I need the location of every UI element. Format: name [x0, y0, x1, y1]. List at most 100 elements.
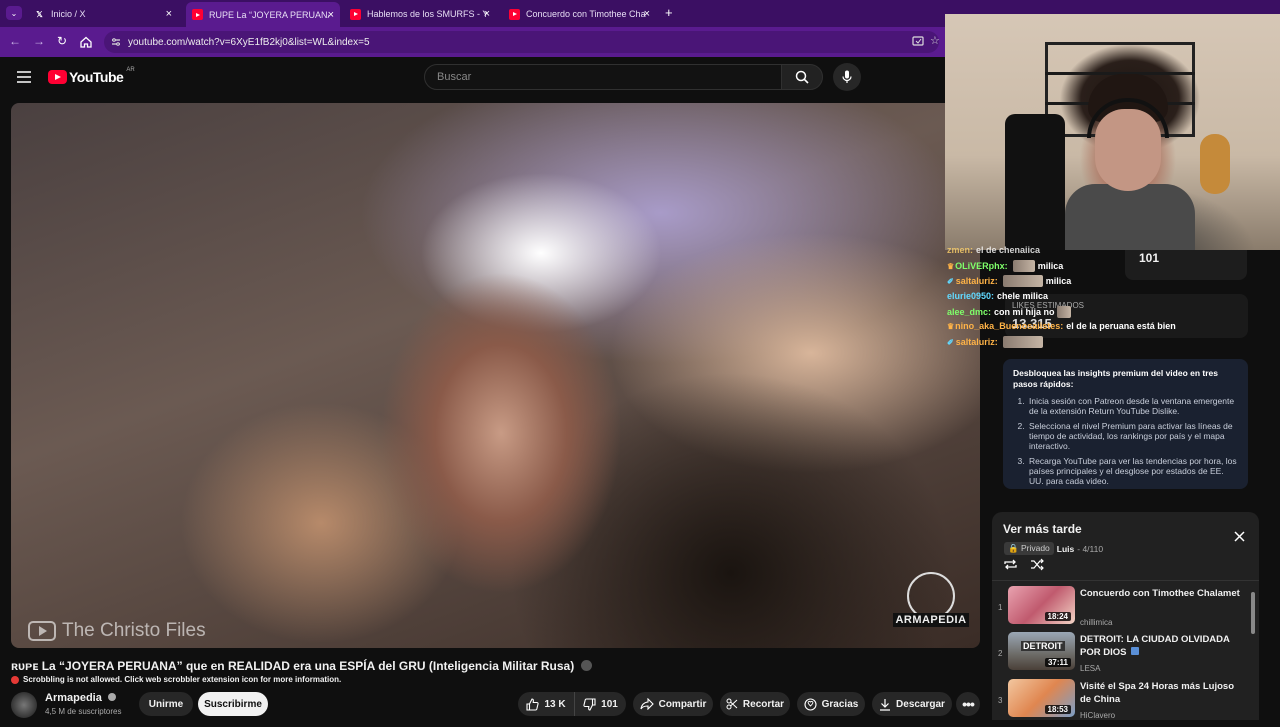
home-icon[interactable] — [80, 35, 92, 53]
chat-text: milica — [1037, 261, 1064, 271]
premium-step: Recarga YouTube para ver las tendencias … — [1027, 456, 1238, 486]
close-tab-icon[interactable]: × — [328, 9, 334, 21]
dislike-count: 101 — [601, 698, 618, 710]
crown-badge-icon: ♛ — [947, 261, 955, 271]
search-input[interactable]: Buscar — [424, 64, 782, 90]
chat-text: el de la peruana está bien — [1066, 321, 1176, 331]
search-icon — [795, 70, 809, 84]
premium-step: Inicia sesión con Patreon desde la venta… — [1027, 396, 1238, 416]
join-label: Unirme — [148, 698, 184, 710]
close-tab-icon[interactable]: × — [644, 8, 650, 20]
close-tab-icon[interactable]: × — [166, 8, 172, 20]
url-text: youtube.com/watch?v=6XyE1fB2kj0&list=WL&… — [128, 36, 370, 48]
share-label: Compartir — [658, 698, 707, 710]
item-title[interactable]: Concuerdo con Timothee Chalamet — [1080, 587, 1240, 600]
more-actions-button[interactable]: ••• — [956, 692, 980, 716]
video-thumbnail[interactable]: 18:53 — [1008, 679, 1075, 717]
chat-text: milica — [1045, 276, 1072, 286]
item-title-text: DETROIT: LA CIUDAD OLVIDADA POR DIOS — [1080, 634, 1230, 658]
logo-wordmark: YouTube — [69, 69, 124, 85]
like-button[interactable]: 13 K — [518, 692, 574, 716]
channel-name[interactable]: Armapedia — [45, 692, 116, 704]
loop-icon[interactable] — [1003, 558, 1018, 576]
cast-icon[interactable] — [912, 36, 924, 50]
video-duration: 37:11 — [1044, 658, 1071, 667]
download-button[interactable]: Descargar — [872, 692, 952, 716]
tank-top — [1065, 184, 1195, 250]
tab-label: RUPE La “JOYERA PERUANA” que — [209, 9, 329, 20]
tab-smurfs-video[interactable]: Hablemos de los SMURFS - You × — [344, 4, 496, 24]
scrobbler-status-icon — [11, 675, 19, 684]
tab-label: Inicio / X — [51, 9, 86, 19]
more-horizontal-icon: ••• — [962, 696, 975, 712]
close-tab-icon[interactable]: × — [484, 8, 490, 20]
dislike-button[interactable]: 101 — [574, 692, 626, 716]
video-duration: 18:24 — [1044, 612, 1071, 621]
playlist-owner[interactable]: Luis — [1057, 544, 1074, 554]
tab-current-video[interactable]: RUPE La “JOYERA PERUANA” que × — [186, 2, 340, 27]
video-title: ʀᴜᴘᴇ La “JOYERA PERUANA” que en REALIDAD… — [11, 659, 592, 673]
video-duration: 18:53 — [1044, 705, 1071, 714]
video-title-text: ʀᴜᴘᴇ La “JOYERA PERUANA” que en REALIDAD… — [11, 659, 575, 673]
share-arrow-icon — [640, 698, 654, 710]
item-channel[interactable]: chillimica — [1080, 618, 1112, 627]
youtube-icon — [350, 8, 361, 20]
youtube-icon — [509, 8, 520, 20]
bookmark-star-icon[interactable]: ☆ — [930, 34, 940, 47]
subscribe-button[interactable]: Suscribirme — [198, 692, 268, 716]
address-bar[interactable]: youtube.com/watch?v=6XyE1fB2kj0&list=WL&… — [104, 31, 940, 53]
shuffle-icon[interactable] — [1030, 558, 1045, 576]
chat-message: ✐ saltaluriz: — [947, 336, 1043, 348]
playlist-item[interactable]: 2 DETROIT 37:11 DETROIT: LA CIUDAD OLVID… — [992, 632, 1252, 680]
subscribe-label: Suscribirme — [204, 698, 262, 710]
voice-search-button[interactable] — [833, 63, 861, 91]
new-tab-icon[interactable]: + — [665, 5, 673, 20]
reload-icon[interactable]: ↻ — [57, 34, 67, 48]
share-button[interactable]: Compartir — [633, 692, 713, 716]
microphone-icon — [842, 70, 852, 83]
item-index: 2 — [998, 649, 1003, 658]
chat-username: alee_dmc: — [947, 307, 992, 317]
video-thumbnail[interactable]: DETROIT 37:11 — [1008, 632, 1075, 670]
back-icon[interactable]: ← — [9, 34, 21, 48]
clip-label: Recortar — [742, 698, 785, 710]
chat-message: elurie0950: chele milica — [947, 291, 1048, 301]
clip-button[interactable]: Recortar — [720, 692, 790, 716]
thumbnail-text: DETROIT — [1021, 641, 1065, 651]
close-playlist-icon[interactable] — [1234, 529, 1245, 547]
item-channel[interactable]: HiClavero — [1080, 711, 1115, 720]
channel-avatar[interactable] — [11, 692, 37, 718]
video-thumbnail[interactable]: 18:24 — [1008, 586, 1075, 624]
scrobbler-notice: Scrobbling is not allowed. Click web scr… — [11, 675, 341, 684]
playlist-controls — [1003, 558, 1045, 576]
chat-message: ♛ OLiVERphx: milica — [947, 260, 1063, 272]
channel-name-text: Armapedia — [45, 692, 102, 704]
playlist-title[interactable]: Ver más tarde — [1003, 522, 1082, 536]
chat-username: zmen: — [947, 245, 974, 255]
tab-x-home[interactable]: 𝕏 Inicio / X × — [28, 4, 178, 24]
item-title[interactable]: Visité el Spa 24 Horas más Lujoso de Chi… — [1080, 680, 1240, 706]
item-title[interactable]: DETROIT: LA CIUDAD OLVIDADA POR DIOS — [1080, 633, 1240, 659]
planet-emoji-icon — [580, 660, 592, 671]
chat-emote-icon — [1002, 275, 1043, 287]
playlist-item[interactable]: 1 18:24 Concuerdo con Timothee Chalamet … — [992, 586, 1252, 634]
site-info-icon[interactable] — [111, 37, 121, 50]
item-index: 3 — [998, 696, 1003, 705]
search-button[interactable] — [781, 64, 823, 90]
forward-icon[interactable]: → — [33, 34, 45, 48]
menu-hamburger-icon[interactable] — [17, 70, 31, 88]
country-code: AR — [126, 67, 135, 73]
thanks-label: Gracias — [821, 698, 859, 710]
video-player[interactable] — [11, 103, 980, 648]
playlist-meta: 🔒 Privado Luis - 4/110 — [1004, 542, 1103, 555]
youtube-logo[interactable]: YouTube AR — [48, 67, 135, 85]
tab-timothee-video[interactable]: Concuerdo con Timothee Chala × — [503, 4, 656, 24]
join-button[interactable]: Unirme — [139, 692, 193, 716]
item-channel[interactable]: LESA — [1080, 664, 1100, 673]
youtube-play-icon — [48, 70, 67, 84]
guitar — [1200, 134, 1230, 194]
premium-heading: Desbloquea las insights premium del vide… — [1013, 368, 1219, 389]
tab-list-dropdown-icon[interactable]: ⌄ — [6, 6, 22, 20]
thanks-button[interactable]: Gracias — [797, 692, 865, 716]
premium-step: Selecciona el nivel Premium para activar… — [1027, 421, 1238, 451]
